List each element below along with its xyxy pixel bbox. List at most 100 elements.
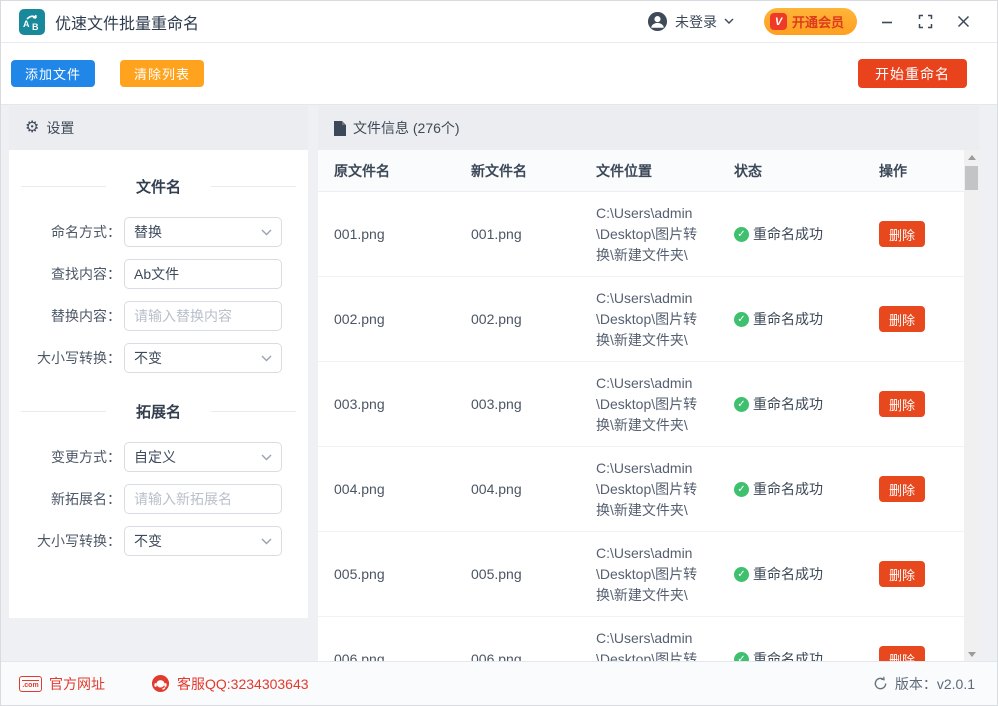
delete-button[interactable]: 删除	[879, 221, 925, 247]
app-title: 优速文件批量重命名	[55, 10, 199, 34]
gear-icon: ⚙	[25, 120, 39, 136]
vip-icon: V	[770, 13, 787, 30]
chevron-down-icon	[261, 229, 272, 236]
version-info: 版本：v2.0.1	[873, 674, 975, 694]
original-name: 003.png	[334, 396, 471, 412]
file-info-header: 文件信息 (276个)	[318, 106, 979, 150]
start-rename-button[interactable]: 开始重命名	[858, 59, 967, 88]
new-name: 001.png	[471, 226, 596, 242]
delete-button[interactable]: 删除	[879, 306, 925, 332]
table-header-row: 原文件名 新文件名 文件位置 状态 操作	[318, 150, 979, 192]
svg-text:A: A	[23, 19, 30, 29]
open-vip-button[interactable]: V 开通会员	[764, 8, 857, 35]
search-content-label: 查找内容：	[9, 264, 121, 284]
new-name: 002.png	[471, 311, 596, 327]
status-badge: ✓重命名成功	[734, 224, 879, 244]
replace-content-label: 替换内容：	[9, 306, 121, 326]
app-logo-icon: A B	[19, 9, 45, 35]
check-icon: ✓	[734, 227, 749, 242]
chevron-down-icon	[261, 538, 272, 545]
website-icon: .com	[19, 676, 42, 692]
app-window: A B 优速文件批量重命名 未登录	[0, 0, 998, 706]
change-method-label: 变更方式：	[9, 447, 121, 467]
original-name: 001.png	[334, 226, 471, 242]
file-location: C:\Users\admin\Desktop\图片转换\新建文件夹\	[596, 373, 698, 436]
naming-method-select[interactable]: 替换	[124, 217, 282, 247]
table-scrollbar[interactable]	[964, 150, 979, 663]
file-location: C:\Users\admin\Desktop\图片转换\新建文件夹\	[596, 203, 698, 266]
check-icon: ✓	[734, 567, 749, 582]
titlebar: A B 优速文件批量重命名 未登录	[1, 1, 997, 43]
new-extension-input[interactable]	[134, 491, 272, 507]
table-row: 005.png 005.png C:\Users\admin\Desktop\图…	[318, 532, 979, 617]
naming-method-label: 命名方式：	[9, 222, 121, 242]
chevron-down-icon	[261, 454, 272, 461]
section-title-filename: 文件名	[21, 176, 296, 197]
new-name: 004.png	[471, 481, 596, 497]
table-row: 006.png 006.png C:\Users\admin\Desktop\图…	[318, 617, 979, 663]
search-content-input[interactable]	[134, 266, 272, 282]
file-location: C:\Users\admin\Desktop\图片转换\新建文件夹\	[596, 543, 698, 606]
official-website-link[interactable]: .com 官方网址	[19, 674, 105, 694]
user-account-menu[interactable]: 未登录	[647, 11, 734, 32]
chevron-down-icon	[261, 355, 272, 362]
ext-case-convert-label: 大小写转换：	[9, 531, 121, 551]
scrollbar-thumb[interactable]	[965, 166, 978, 190]
col-status: 状态	[734, 161, 879, 181]
customer-service-link[interactable]: 客服QQ:3234303643	[151, 674, 309, 694]
table-row: 004.png 004.png C:\Users\admin\Desktop\图…	[318, 447, 979, 532]
status-badge: ✓重命名成功	[734, 394, 879, 414]
check-icon: ✓	[734, 482, 749, 497]
status-badge: ✓重命名成功	[734, 564, 879, 584]
status-badge: ✓重命名成功	[734, 309, 879, 329]
delete-button[interactable]: 删除	[879, 476, 925, 502]
original-name: 005.png	[334, 566, 471, 582]
clear-list-button[interactable]: 清除列表	[120, 60, 204, 87]
delete-button[interactable]: 删除	[879, 561, 925, 587]
headset-icon	[151, 674, 170, 693]
chevron-down-icon	[724, 18, 734, 25]
refresh-icon	[873, 676, 888, 691]
case-convert-select[interactable]: 不变	[124, 343, 282, 373]
settings-title: 设置	[46, 118, 74, 138]
check-icon: ✓	[734, 397, 749, 412]
minimize-button[interactable]	[873, 8, 901, 36]
settings-panel-header: ⚙ 设置	[9, 106, 308, 150]
table-row: 002.png 002.png C:\Users\admin\Desktop\图…	[318, 277, 979, 362]
scroll-down-arrow[interactable]	[964, 647, 979, 661]
close-button[interactable]	[949, 8, 977, 36]
statusbar: .com 官方网址 客服QQ:3234303643	[1, 661, 997, 705]
file-location: C:\Users\admin\Desktop\图片转换\新建文件夹\	[596, 458, 698, 521]
original-name: 002.png	[334, 311, 471, 327]
settings-panel: ⚙ 设置 文件名 命名方式： 替换 查找内容：	[9, 106, 308, 618]
login-status-label: 未登录	[675, 12, 717, 32]
toolbar: 添加文件 清除列表 开始重命名	[1, 43, 997, 105]
table-row: 003.png 003.png C:\Users\admin\Desktop\图…	[318, 362, 979, 447]
table-row: 001.png 001.png C:\Users\admin\Desktop\图…	[318, 192, 979, 277]
add-files-button[interactable]: 添加文件	[11, 60, 95, 87]
svg-text:B: B	[32, 22, 39, 31]
scroll-up-arrow[interactable]	[964, 150, 979, 164]
case-convert-label: 大小写转换：	[9, 348, 121, 368]
section-title-extension: 拓展名	[21, 401, 296, 422]
status-badge: ✓重命名成功	[734, 479, 879, 499]
file-info-panel: 文件信息 (276个) 原文件名 新文件名 文件位置 状态 操作 001.png…	[318, 106, 979, 663]
file-info-title: 文件信息 (276个)	[353, 118, 460, 138]
user-avatar-icon	[647, 11, 668, 32]
ext-case-convert-select[interactable]: 不变	[124, 526, 282, 556]
col-original: 原文件名	[334, 161, 471, 181]
replace-content-input[interactable]	[134, 308, 272, 324]
delete-button[interactable]: 删除	[879, 391, 925, 417]
col-new: 新文件名	[471, 161, 596, 181]
new-name: 005.png	[471, 566, 596, 582]
change-method-select[interactable]: 自定义	[124, 442, 282, 472]
original-name: 004.png	[334, 481, 471, 497]
check-icon: ✓	[734, 312, 749, 327]
file-location: C:\Users\admin\Desktop\图片转换\新建文件夹\	[596, 288, 698, 351]
new-extension-label: 新拓展名：	[9, 489, 121, 509]
maximize-button[interactable]	[911, 8, 939, 36]
document-icon	[334, 121, 346, 136]
col-location: 文件位置	[596, 161, 734, 181]
file-location: C:\Users\admin\Desktop\图片转换\新建文件夹\	[596, 628, 698, 664]
main-area: ⚙ 设置 文件名 命名方式： 替换 查找内容：	[1, 105, 997, 663]
